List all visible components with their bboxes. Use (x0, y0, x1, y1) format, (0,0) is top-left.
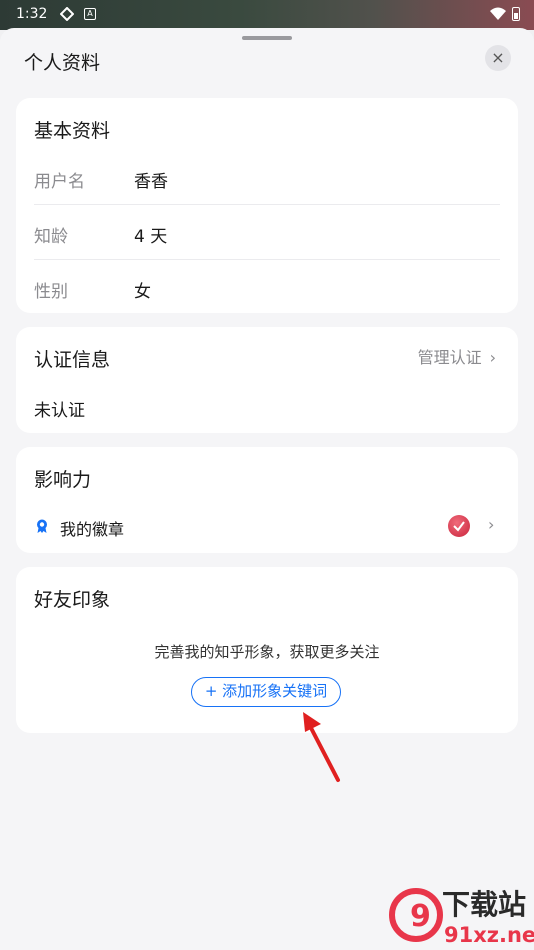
friend-impression-card: 好友印象 完善我的知乎形象，获取更多关注 + 添加形象关键词 (16, 567, 518, 733)
profile-sheet: 个人资料 × 基本资料 用户名 香香 知龄 4 天 性别 女 认证信息 管理认证… (0, 28, 534, 950)
check-icon (453, 521, 465, 532)
username-label: 用户名 (34, 172, 85, 192)
impression-prompt: 完善我的知乎形象，获取更多关注 (154, 643, 380, 661)
chevron-right-icon: › (489, 348, 496, 367)
medal-icon (448, 515, 470, 537)
sync-icon (60, 7, 74, 21)
certification-card: 认证信息 管理认证 › 未认证 (16, 327, 518, 433)
drag-handle[interactable] (242, 36, 292, 40)
watermark-logo: 9 下载站 91xz.net (389, 888, 534, 947)
age-row: 知龄 4 天 (34, 205, 500, 260)
my-badges-row[interactable]: 我的徽章 › (34, 513, 500, 539)
basic-info-title: 基本资料 (34, 120, 111, 142)
wifi-icon (490, 7, 506, 20)
username-value: 香香 (134, 172, 168, 192)
notification-icon: A (84, 8, 96, 20)
status-time: 1:32 (16, 6, 48, 22)
age-label: 知龄 (34, 227, 68, 247)
age-value: 4 天 (134, 227, 168, 247)
chevron-right-icon: › (488, 515, 495, 534)
svg-text:9: 9 (410, 899, 431, 934)
manage-certification-link[interactable]: 管理认证 › (418, 344, 496, 368)
influence-card: 影响力 我的徽章 › (16, 447, 518, 553)
certification-title: 认证信息 (34, 349, 111, 371)
certification-status: 未认证 (34, 401, 85, 421)
badge-icon (37, 519, 47, 533)
sheet-title: 个人资料 (24, 52, 101, 74)
svg-text:91xz.net: 91xz.net (444, 923, 534, 947)
manage-certification-label: 管理认证 (417, 348, 482, 367)
basic-info-card: 基本资料 用户名 香香 知龄 4 天 性别 女 (16, 98, 518, 313)
svg-text:下载站: 下载站 (442, 888, 526, 921)
close-icon[interactable]: × (485, 45, 511, 71)
status-bar: 1:32 A (0, 0, 534, 30)
annotation-arrow (303, 712, 340, 782)
username-row: 用户名 香香 (34, 150, 500, 205)
battery-icon (512, 7, 520, 21)
gender-row: 性别 女 (34, 260, 500, 315)
friend-impression-title: 好友印象 (34, 589, 111, 611)
add-keyword-button[interactable]: + 添加形象关键词 (191, 677, 341, 707)
influence-title: 影响力 (34, 469, 92, 491)
my-badges-label: 我的徽章 (60, 520, 125, 539)
gender-value: 女 (134, 282, 151, 302)
gender-label: 性别 (34, 282, 68, 302)
